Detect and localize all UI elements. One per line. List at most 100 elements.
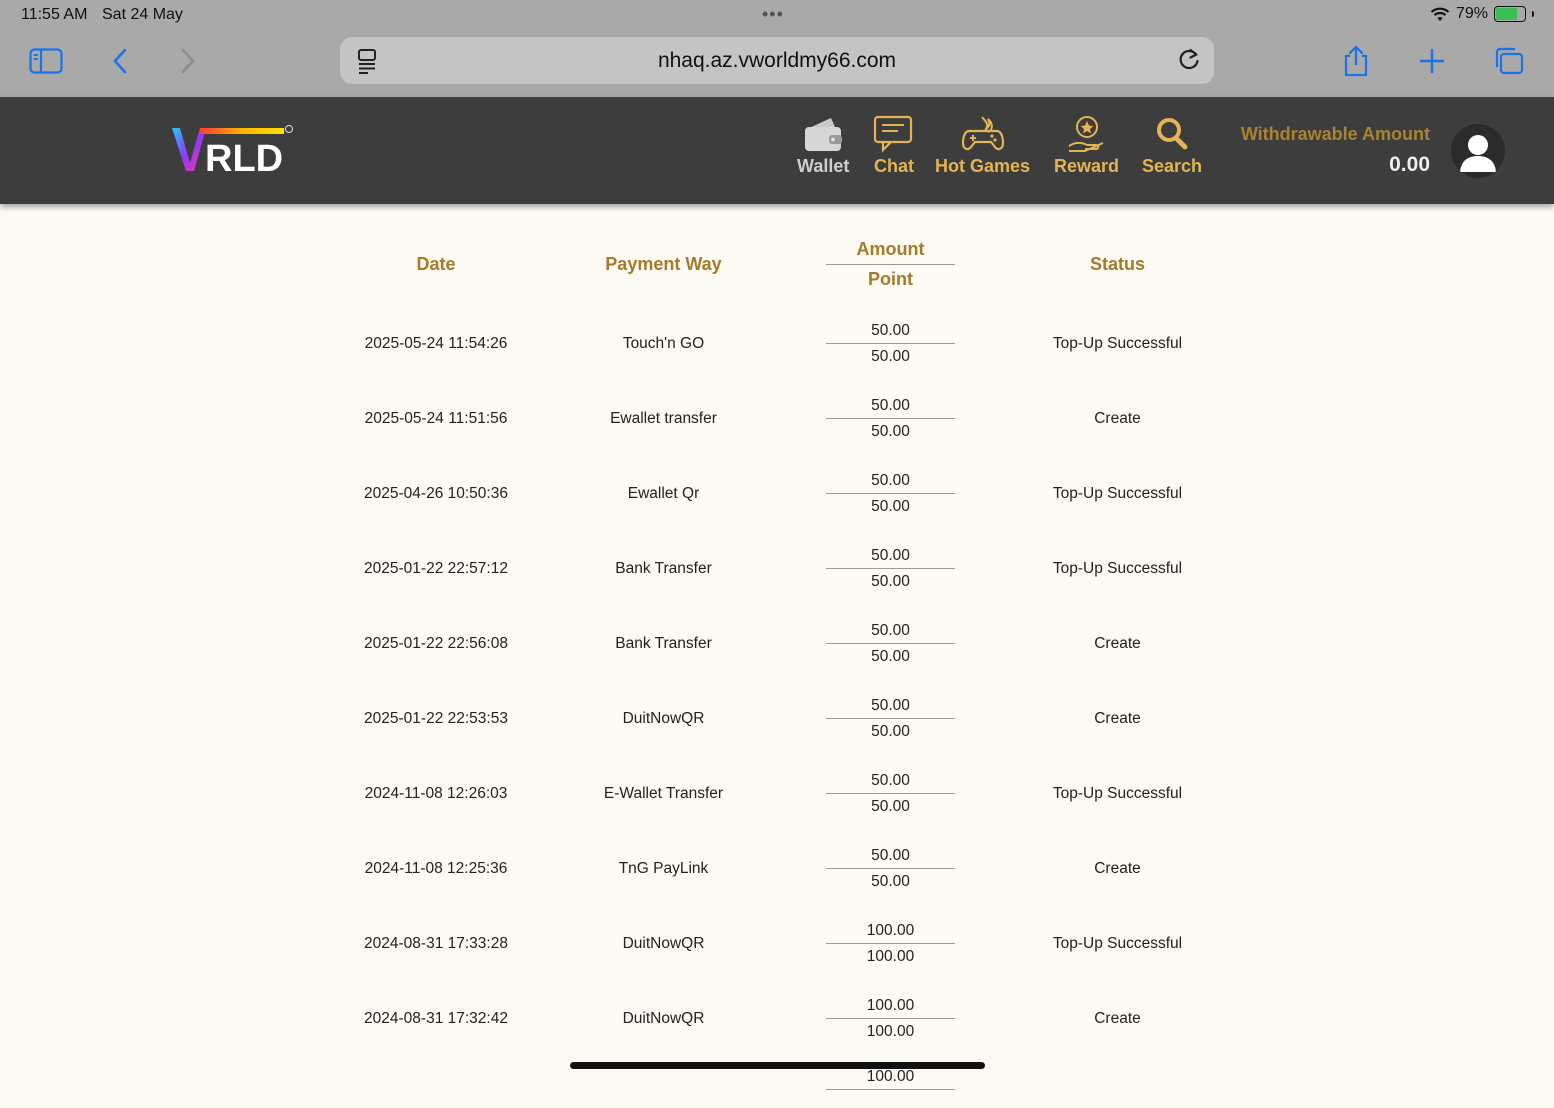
row-date: 2025-01-22 22:57:12 xyxy=(364,559,508,577)
battery-icon xyxy=(1494,6,1526,22)
chevron-left-icon xyxy=(113,48,127,74)
row-amount: 100.00 xyxy=(826,922,955,944)
back-button[interactable] xyxy=(100,42,140,80)
row-status: Create xyxy=(1094,409,1141,427)
col-payment-way: Payment Way xyxy=(605,253,722,274)
row-payment: Bank Transfer xyxy=(615,559,712,577)
table-row[interactable]: 2025-01-22 22:53:53 DuitNowQR 50.00 50.00… xyxy=(322,681,1232,756)
sidebar-toggle-button[interactable] xyxy=(26,42,66,80)
nav-reward-label: Reward xyxy=(1054,156,1120,176)
table-header: Date Payment Way Amount Point Status xyxy=(322,226,1232,302)
nav-wallet[interactable]: Wallet xyxy=(797,115,849,177)
row-point: 100.00 xyxy=(866,1022,915,1040)
table-row[interactable]: 2025-05-24 11:51:56 Ewallet transfer 50.… xyxy=(322,381,1232,456)
sidebar-icon xyxy=(29,48,63,74)
plus-icon xyxy=(1419,48,1445,74)
row-status: Top-Up Successful xyxy=(1052,784,1183,802)
nav-search[interactable]: Search xyxy=(1142,115,1202,177)
row-status: Top-Up Successful xyxy=(1052,484,1183,502)
row-status: Create xyxy=(1094,709,1141,727)
table-row[interactable]: 2024-08-31 17:33:28 DuitNowQR 100.00 100.… xyxy=(322,906,1232,981)
row-date: 2025-01-22 22:53:53 xyxy=(364,709,508,727)
chat-icon xyxy=(873,115,913,153)
row-point: 50.00 xyxy=(871,497,910,515)
tabs-icon xyxy=(1495,47,1524,75)
row-amount: 50.00 xyxy=(826,547,955,569)
row-date: 2024-08-31 17:32:42 xyxy=(364,1009,508,1027)
row-amount: 50.00 xyxy=(826,472,955,494)
row-date: 2025-05-24 11:51:56 xyxy=(364,409,508,427)
multitasking-dots-icon[interactable]: ••• xyxy=(762,4,784,25)
row-status: Top-Up Successful xyxy=(1052,934,1183,952)
status-time: 11:55 AM xyxy=(21,6,88,23)
table-row[interactable]: 2025-05-24 11:54:26 Touch'n GO 50.00 50.0… xyxy=(322,306,1232,381)
battery-percent: 79% xyxy=(1455,5,1488,22)
row-point: 50.00 xyxy=(871,722,910,740)
site-header: RLD Wallet Chat Hot Games Reward Search … xyxy=(0,97,1554,204)
withdrawable-amount: 0.00 xyxy=(1389,153,1430,176)
row-amount: 50.00 xyxy=(826,697,955,719)
row-date: 2025-01-22 22:56:08 xyxy=(364,634,508,652)
row-point: 50.00 xyxy=(871,422,910,440)
row-amount: 50.00 xyxy=(826,772,955,794)
home-indicator[interactable] xyxy=(570,1062,985,1069)
svg-text:RLD: RLD xyxy=(205,138,283,175)
share-button[interactable] xyxy=(1336,42,1376,80)
nav-chat-label: Chat xyxy=(874,156,914,176)
gamepad-icon xyxy=(961,116,1004,151)
row-amount: 50.00 xyxy=(826,397,955,419)
row-point: 50.00 xyxy=(871,797,910,815)
table-row[interactable]: 2024-11-08 12:26:03 E-Wallet Transfer 50… xyxy=(322,756,1232,831)
tabs-overview-button[interactable] xyxy=(1489,42,1529,80)
share-icon xyxy=(1344,45,1368,77)
nav-wallet-label: Wallet xyxy=(797,156,850,176)
row-amount: 50.00 xyxy=(826,322,955,344)
new-tab-button[interactable] xyxy=(1412,42,1452,80)
row-amount: 50.00 xyxy=(826,847,955,869)
row-payment: DuitNowQR xyxy=(622,1009,705,1027)
status-date: Sat 24 May xyxy=(102,6,183,23)
nav-hot-games[interactable]: Hot Games xyxy=(935,115,1030,177)
wifi-icon xyxy=(1430,7,1450,21)
row-payment: Ewallet transfer xyxy=(610,409,717,427)
col-date: Date xyxy=(416,253,456,274)
profile-avatar-button[interactable] xyxy=(1451,124,1505,178)
row-status: Create xyxy=(1094,1009,1141,1027)
forward-button[interactable] xyxy=(168,42,208,80)
row-payment: Ewallet Qr xyxy=(627,484,700,502)
row-payment: Bank Transfer xyxy=(615,634,712,652)
col-status: Status xyxy=(1089,253,1145,274)
reload-icon[interactable] xyxy=(1176,47,1202,73)
table-row[interactable]: 2025-04-26 10:50:36 Ewallet Qr 50.00 50.0… xyxy=(322,456,1232,531)
row-payment: TnG PayLink xyxy=(618,859,709,877)
row-date: 2024-11-08 12:26:03 xyxy=(364,784,508,802)
table-row[interactable]: 2024-08-31 17:32:42 DuitNowQR 100.00 100.… xyxy=(322,981,1232,1056)
row-date: 2025-04-26 10:50:36 xyxy=(364,484,508,502)
row-status: Create xyxy=(1094,859,1141,877)
row-date: 2024-08-31 17:33:28 xyxy=(364,934,508,952)
row-status: Top-Up Successful xyxy=(1052,559,1183,577)
row-point: 50.00 xyxy=(871,347,910,365)
nav-search-label: Search xyxy=(1142,156,1203,176)
row-payment: Touch'n GO xyxy=(622,334,705,352)
col-amount: Amount xyxy=(826,239,955,265)
row-point: 100.00 xyxy=(866,947,915,965)
table-row[interactable]: 2025-01-22 22:56:08 Bank Transfer 50.00 5… xyxy=(322,606,1232,681)
address-bar[interactable]: nhaq.az.vworldmy66.com xyxy=(340,37,1214,84)
row-amount: 50.00 xyxy=(826,622,955,644)
chevron-right-icon xyxy=(181,48,195,74)
nav-chat[interactable]: Chat xyxy=(872,115,916,177)
row-payment: DuitNowQR xyxy=(622,934,705,952)
row-point: 50.00 xyxy=(871,872,910,890)
search-icon xyxy=(1157,118,1188,150)
nav-reward[interactable]: Reward xyxy=(1054,115,1119,177)
table-row[interactable]: 2025-01-22 22:57:12 Bank Transfer 50.00 5… xyxy=(322,531,1232,606)
col-point: Point xyxy=(868,268,913,289)
url-text[interactable]: nhaq.az.vworldmy66.com xyxy=(340,49,1214,73)
row-status: Create xyxy=(1094,634,1141,652)
row-date: 2024-11-08 12:25:36 xyxy=(364,859,508,877)
table-row[interactable]: 2024-11-08 12:25:36 TnG PayLink 50.00 50.… xyxy=(322,831,1232,906)
vrld-logo[interactable]: RLD xyxy=(170,123,296,175)
row-date: 2025-05-24 11:54:26 xyxy=(364,334,508,352)
row-status: Top-Up Successful xyxy=(1052,334,1183,352)
